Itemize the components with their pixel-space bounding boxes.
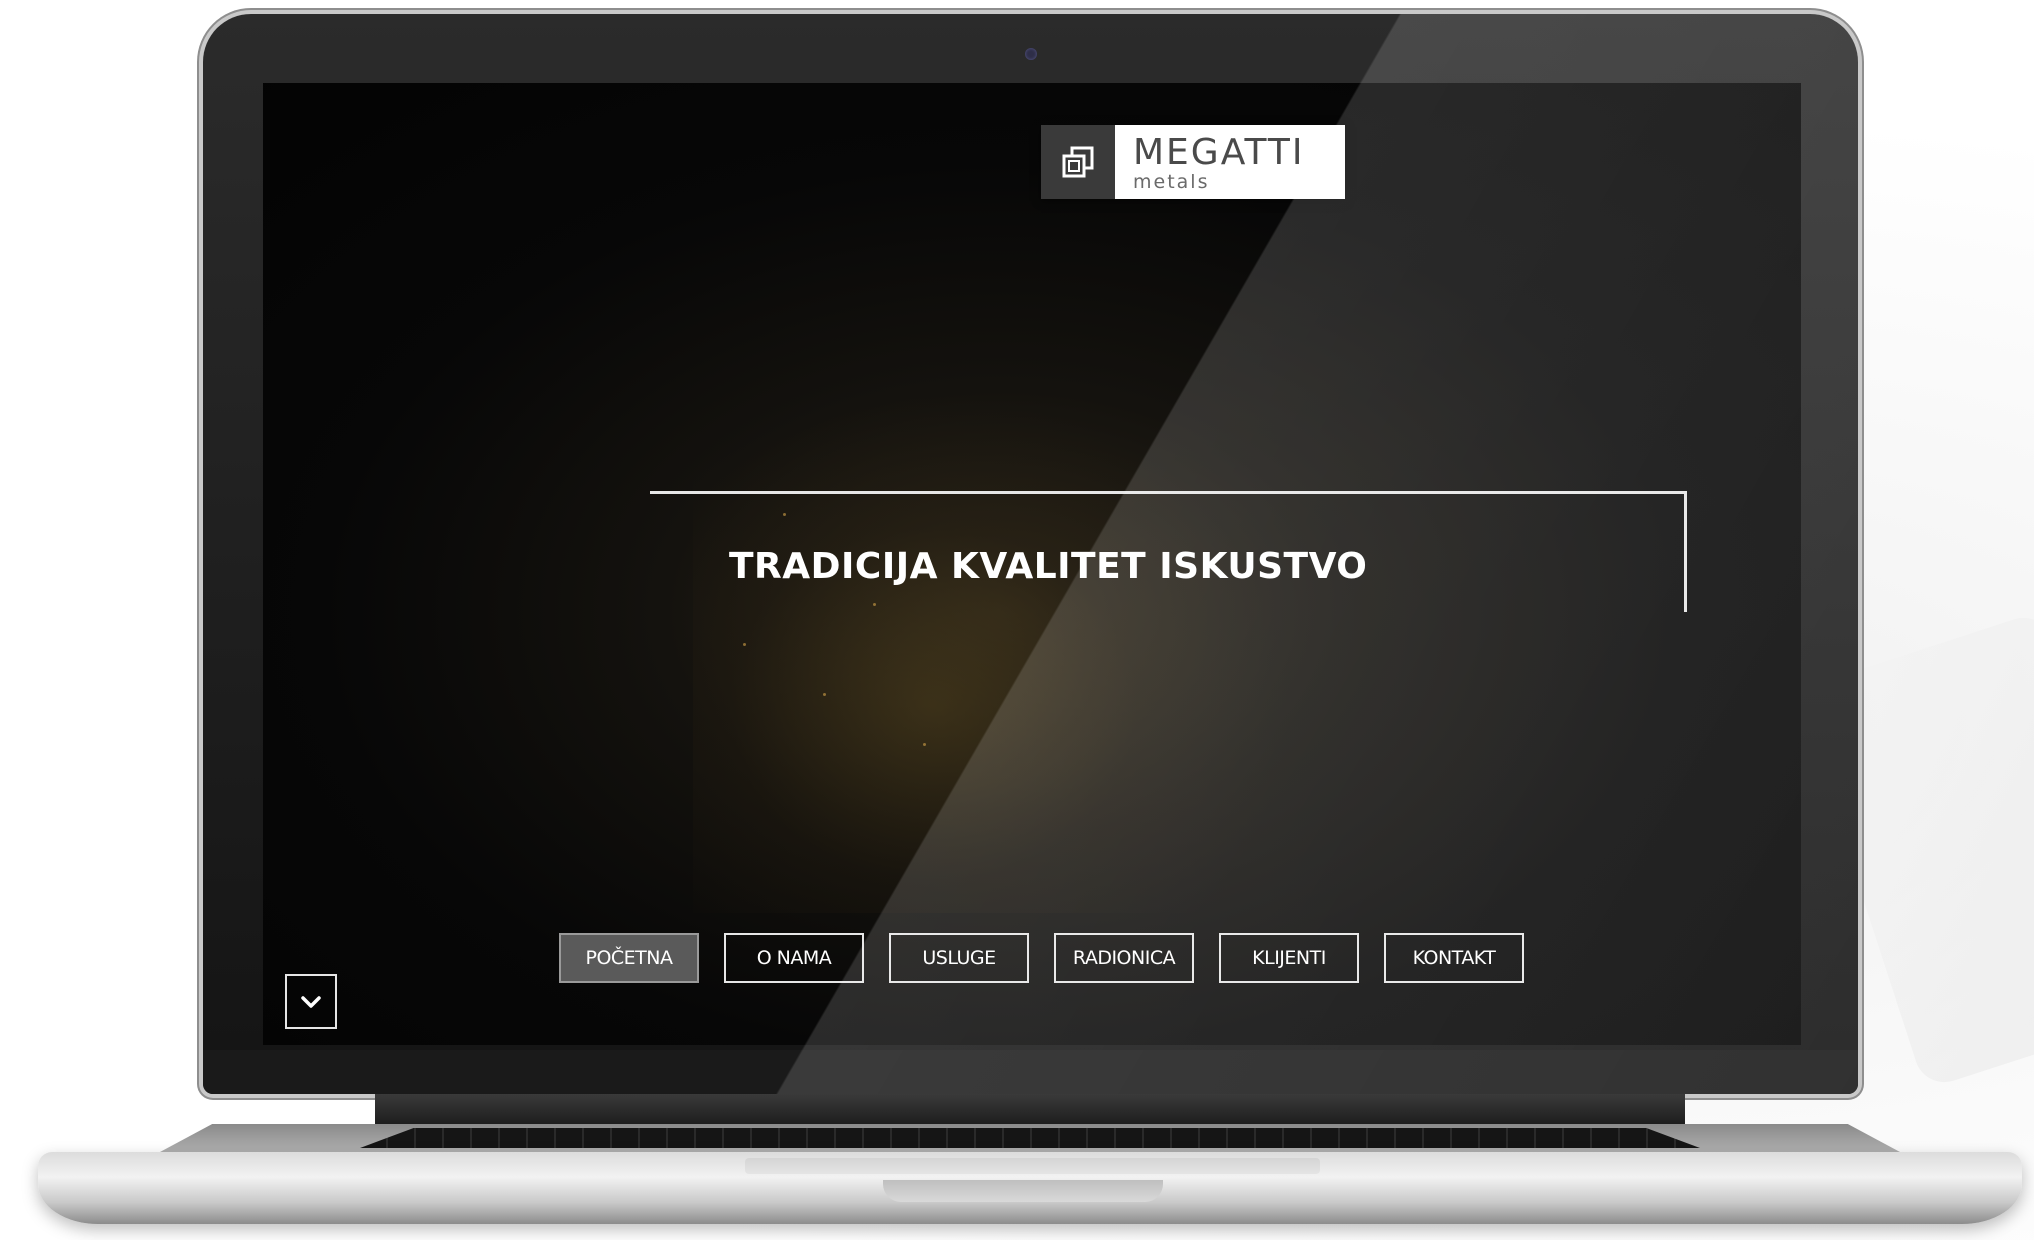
spark-decoration [743, 643, 746, 646]
scroll-down-button[interactable] [285, 974, 337, 1029]
logo-subtitle: metals [1133, 171, 1210, 193]
logo-text-block: MEGATTI metals [1115, 125, 1345, 199]
hero-background-image [693, 393, 1293, 913]
nav-item-klijenti[interactable]: KLIJENTI [1219, 933, 1359, 983]
main-navigation: POČETNA O NAMA USLUGE RADIONICA KLIJENTI… [559, 933, 1524, 983]
megatti-logo-icon [1041, 125, 1115, 199]
laptop-lid-notch [883, 1180, 1163, 1202]
spark-decoration [783, 513, 786, 516]
hero-title: TRADICIJA KVALITET ISKUSTVO [729, 546, 1368, 587]
nav-item-pocetna[interactable]: POČETNA [559, 933, 699, 983]
website-screen: MEGATTI metals TRADICIJA KVALITET ISKUST… [263, 83, 1801, 1045]
spark-decoration [923, 743, 926, 746]
nav-item-o-nama[interactable]: O NAMA [724, 933, 864, 983]
lid-bezel-bottom [203, 1050, 1858, 1094]
camera-icon [1025, 48, 1037, 60]
nav-item-usluge[interactable]: USLUGE [889, 933, 1029, 983]
mockup-stage: MEGATTI metals TRADICIJA KVALITET ISKUST… [0, 0, 2034, 1240]
nav-item-radionica[interactable]: RADIONICA [1054, 933, 1194, 983]
logo-name: MEGATTI [1133, 132, 1305, 173]
spark-decoration [823, 693, 826, 696]
hero-frame-right-line [1684, 491, 1687, 612]
laptop-trackpad [745, 1158, 1320, 1174]
spark-decoration [873, 603, 876, 606]
nav-item-kontakt[interactable]: KONTAKT [1384, 933, 1524, 983]
laptop-hinge [375, 1094, 1685, 1124]
laptop-keyboard [360, 1128, 1700, 1148]
site-logo[interactable]: MEGATTI metals [1041, 125, 1345, 199]
hero-frame-top-line [650, 491, 1687, 494]
chevron-down-icon [301, 995, 321, 1008]
